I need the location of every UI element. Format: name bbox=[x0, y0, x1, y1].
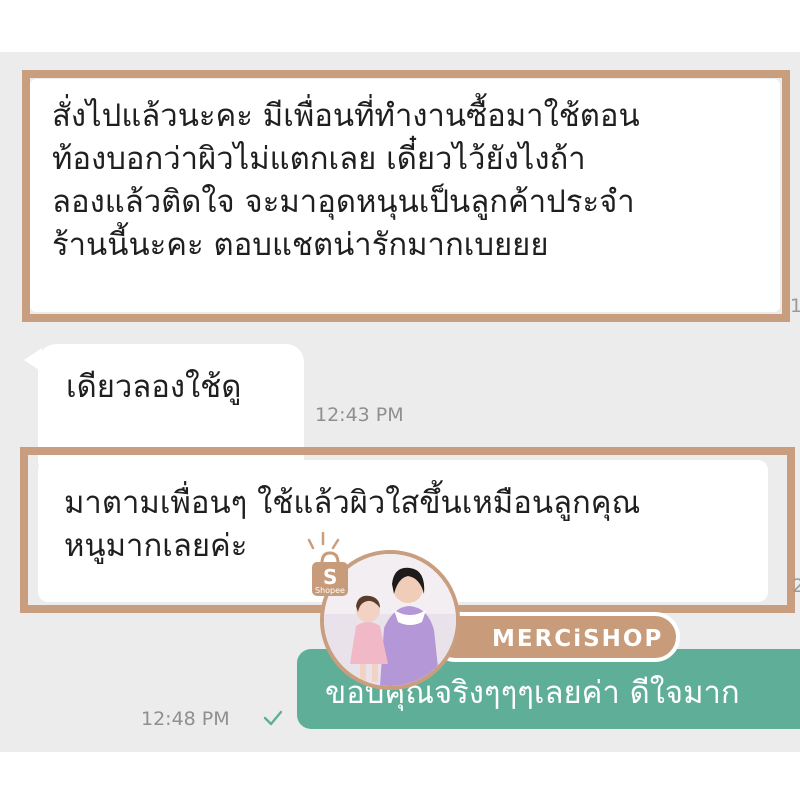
shopee-icon-caption: Shopee bbox=[315, 586, 345, 595]
chat-area: สั่งไปแล้วนะคะ มีเพื่อนที่ทำงานซื้อมาใช้… bbox=[0, 52, 800, 752]
shopee-bag-icon: S Shopee bbox=[306, 549, 354, 601]
check-icon bbox=[263, 710, 283, 726]
message-time: 12:43 PM bbox=[315, 404, 404, 426]
message-time-clipped: 1 bbox=[790, 295, 800, 317]
message-time: 12:48 PM bbox=[141, 708, 230, 730]
message-time-clipped: 2 bbox=[792, 575, 800, 597]
shop-name-badge: MERCiSHOP bbox=[430, 612, 680, 662]
highlight-frame bbox=[22, 70, 790, 322]
